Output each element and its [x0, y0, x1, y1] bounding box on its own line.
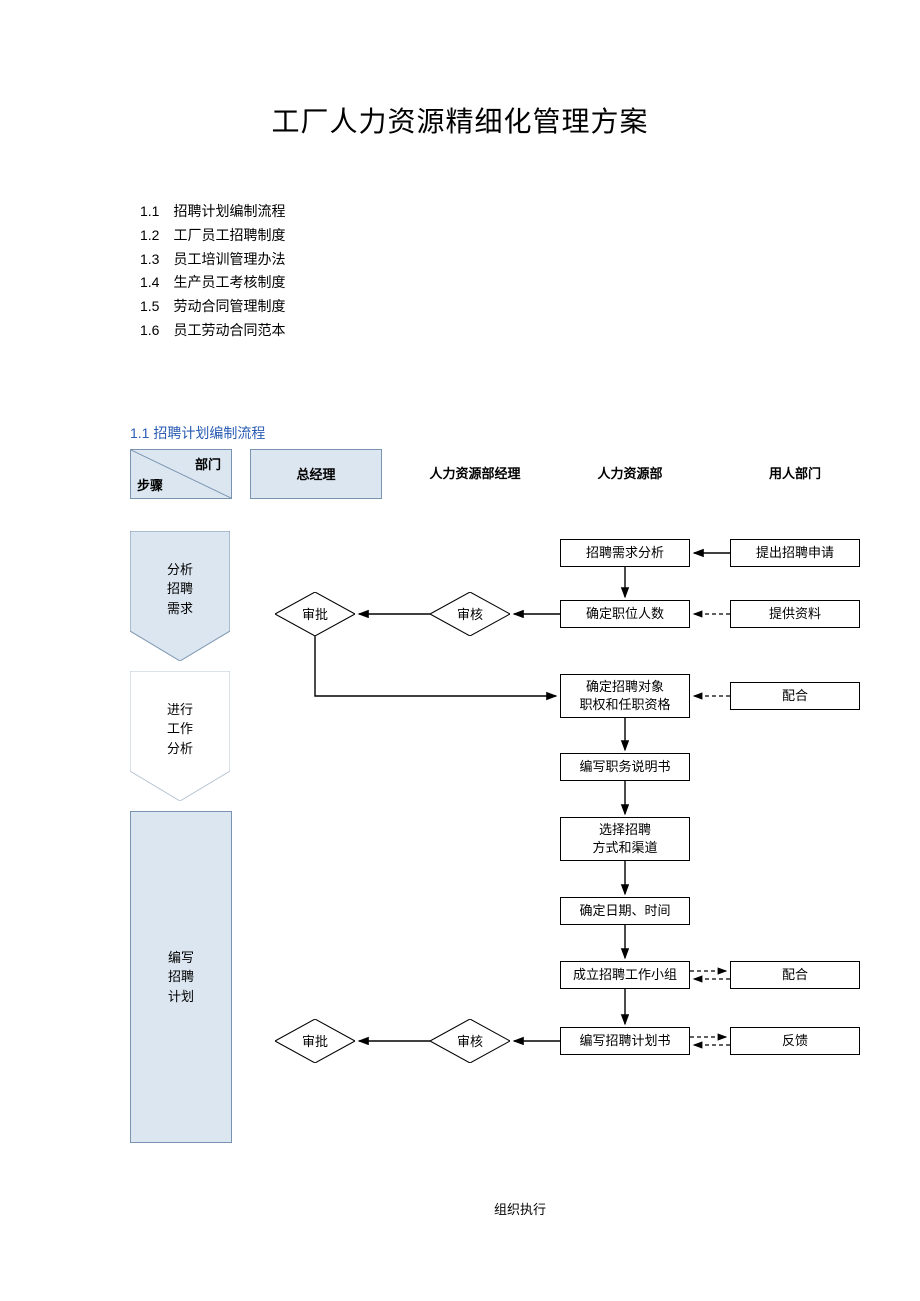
toc-item: 1.4 生产员工考核制度 — [140, 271, 840, 295]
header-hr-manager: 人力资源部经理 — [405, 449, 545, 497]
box-job-spec: 编写职务说明书 — [560, 753, 690, 781]
box-date-time: 确定日期、时间 — [560, 897, 690, 925]
toc-label: 员工培训管理办法 — [173, 248, 285, 272]
header-gm: 总经理 — [250, 449, 382, 499]
toc-num: 1.2 — [140, 224, 159, 248]
section-heading: 1.1 招聘计划编制流程 — [130, 423, 840, 443]
toc-label: 工厂员工招聘制度 — [173, 224, 285, 248]
box-submit-application: 提出招聘申请 — [730, 539, 860, 567]
toc-label: 招聘计划编制流程 — [173, 200, 285, 224]
box-provide-info: 提供资料 — [730, 600, 860, 628]
toc-num: 1.1 — [140, 200, 159, 224]
table-of-contents: 1.1 招聘计划编制流程 1.2 工厂员工招聘制度 1.3 员工培训管理办法 1… — [140, 200, 840, 343]
diamond-review-1: 审核 — [430, 592, 510, 636]
toc-num: 1.5 — [140, 295, 159, 319]
header-user-dept: 用人部门 — [725, 449, 865, 497]
step-work-analysis: 进行 工作 分析 — [130, 671, 230, 801]
toc-item: 1.3 员工培训管理办法 — [140, 248, 840, 272]
page-title: 工厂人力资源精细化管理方案 — [80, 100, 840, 140]
toc-label: 员工劳动合同范本 — [173, 319, 285, 343]
diamond-approve-2-label: 审批 — [275, 1019, 355, 1063]
step-analyze-label: 分析 招聘 需求 — [130, 531, 230, 661]
box-write-plan: 编写招聘计划书 — [560, 1027, 690, 1055]
step-analyze: 分析 招聘 需求 — [130, 531, 230, 661]
header-steps-dept: 部门 步骤 — [130, 449, 232, 499]
header-step-label: 步骤 — [137, 475, 163, 494]
footer-text: 组织执行 — [200, 1199, 840, 1218]
toc-num: 1.3 — [140, 248, 159, 272]
diamond-approve-1-label: 审批 — [275, 592, 355, 636]
toc-num: 1.4 — [140, 271, 159, 295]
step-work-analysis-label: 进行 工作 分析 — [130, 671, 230, 801]
box-cooperate-1: 配合 — [730, 682, 860, 710]
step-write-plan-label: 编写 招聘 计划 — [168, 948, 194, 1007]
toc-item: 1.2 工厂员工招聘制度 — [140, 224, 840, 248]
box-analyze-demand: 招聘需求分析 — [560, 539, 690, 567]
diamond-approve-1: 审批 — [275, 592, 355, 636]
diamond-review-1-label: 审核 — [430, 592, 510, 636]
toc-label: 生产员工考核制度 — [173, 271, 285, 295]
box-form-team: 成立招聘工作小组 — [560, 961, 690, 989]
flowchart: 部门 步骤 总经理 人力资源部经理 人力资源部 用人部门 分析 招聘 需求 进行… — [130, 449, 890, 1169]
toc-item: 1.6 员工劳动合同范本 — [140, 319, 840, 343]
box-cooperate-2: 配合 — [730, 961, 860, 989]
toc-item: 1.1 招聘计划编制流程 — [140, 200, 840, 224]
step-write-plan: 编写 招聘 计划 — [130, 811, 232, 1143]
diamond-approve-2: 审批 — [275, 1019, 355, 1063]
toc-label: 劳动合同管理制度 — [173, 295, 285, 319]
diamond-review-2-label: 审核 — [430, 1019, 510, 1063]
box-feedback: 反馈 — [730, 1027, 860, 1055]
box-method-channel: 选择招聘 方式和渠道 — [560, 817, 690, 861]
box-target-qualification: 确定招聘对象 职权和任职资格 — [560, 674, 690, 718]
toc-item: 1.5 劳动合同管理制度 — [140, 295, 840, 319]
diamond-review-2: 审核 — [430, 1019, 510, 1063]
toc-num: 1.6 — [140, 319, 159, 343]
header-hr-dept: 人力资源部 — [560, 449, 700, 497]
box-position-count: 确定职位人数 — [560, 600, 690, 628]
header-dept-label: 部门 — [195, 454, 221, 473]
